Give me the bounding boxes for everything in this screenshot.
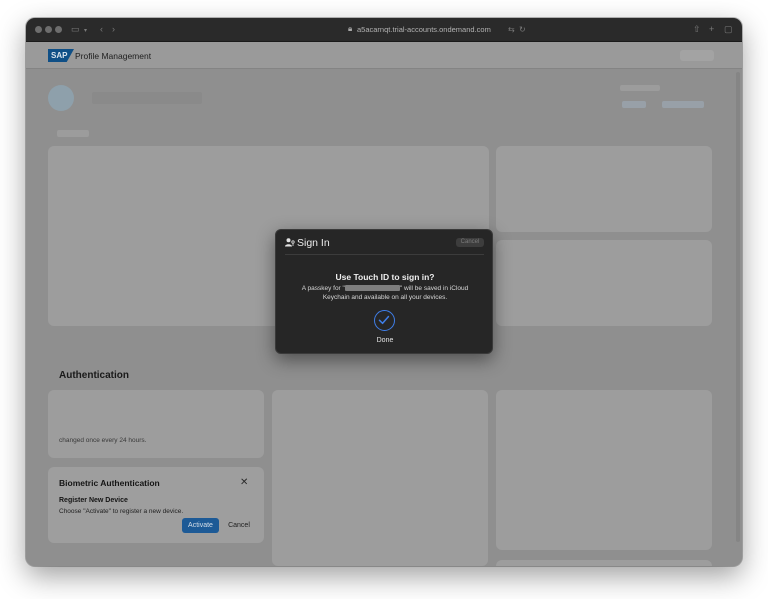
multi-factor-authentication-card	[272, 390, 488, 566]
lock-icon: 🔒︎	[348, 24, 353, 33]
avatar	[48, 85, 74, 111]
redacted-account	[344, 285, 400, 291]
window-zoom-button[interactable]	[55, 26, 62, 33]
tab-overview-icon[interactable]: ▢	[724, 24, 733, 35]
share-icon[interactable]: ⇧	[693, 24, 701, 35]
profile-name	[92, 92, 202, 104]
company-information-card	[496, 146, 712, 232]
checkmark-icon	[374, 310, 395, 331]
biometric-authentication-card: Biometric Authentication ✕ Register New …	[48, 467, 264, 543]
sap-logo: SAP	[48, 49, 74, 62]
dialog-status: Done	[376, 337, 394, 344]
dialog-title: Sign In	[297, 237, 330, 249]
dialog-divider	[285, 254, 484, 255]
header-action-button[interactable]	[680, 50, 714, 61]
new-tab-icon[interactable]: +	[709, 24, 714, 35]
back-arrow-icon[interactable]: ‹	[100, 24, 103, 35]
contact-preferences-card	[496, 240, 712, 326]
browser-titlebar: ▭ ▾ ‹ › 🔒︎ a5acarnqt.trial-accounts.onde…	[26, 18, 742, 42]
dialog-heading: Use Touch ID to sign in?	[335, 272, 435, 282]
register-device-heading: Register New Device	[59, 497, 128, 504]
dialog-cancel-button[interactable]: Cancel	[456, 238, 484, 247]
reload-icon[interactable]: ↻	[519, 24, 526, 35]
sidebar-toggle-icon[interactable]: ▭	[71, 24, 80, 35]
chevron-down-icon[interactable]: ▾	[84, 26, 87, 37]
app-header: SAP Profile Management	[26, 42, 742, 69]
profile-side-link[interactable]	[662, 101, 704, 108]
app-title: Profile Management	[75, 51, 152, 61]
profile-section-heading	[57, 130, 89, 137]
passkey-sign-in-dialog: Sign In Cancel Use Touch ID to sign in? …	[275, 229, 493, 354]
register-device-description: Choose "Activate" to register a new devi…	[59, 508, 184, 515]
page-scrollbar[interactable]	[736, 72, 740, 542]
window-minimize-button[interactable]	[45, 26, 52, 33]
address-bar[interactable]: a5acarnqt.trial-accounts.ondemand.com	[357, 25, 491, 34]
cancel-button[interactable]: Cancel	[224, 518, 254, 533]
password-policy-text: changed once every 24 hours.	[59, 437, 147, 444]
profile-side-label	[620, 85, 660, 91]
sessions-card	[496, 560, 712, 566]
passkey-person-icon	[285, 238, 295, 249]
password-card	[48, 390, 264, 458]
profile-side-link[interactable]	[622, 101, 646, 108]
authentication-section-title: Authentication	[59, 370, 129, 381]
forward-arrow-icon[interactable]: ›	[112, 24, 115, 35]
translate-icon[interactable]: ⇆	[508, 24, 515, 35]
window-close-button[interactable]	[35, 26, 42, 33]
close-icon[interactable]: ✕	[240, 477, 248, 488]
biometric-card-title: Biometric Authentication	[59, 478, 160, 488]
social-sign-on-card	[496, 390, 712, 550]
dialog-message: A passkey for " " will be saved in iCloud…	[301, 285, 469, 301]
activate-button[interactable]: Activate	[182, 518, 219, 533]
